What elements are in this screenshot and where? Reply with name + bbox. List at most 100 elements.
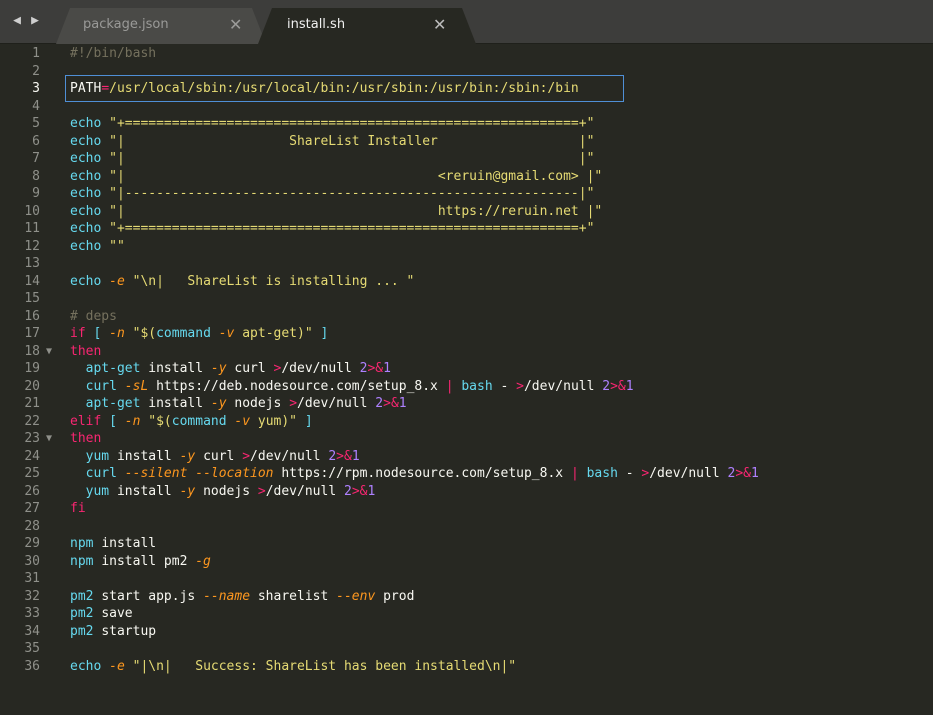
fold-arrow-icon[interactable]: ▼ xyxy=(46,430,52,448)
code-line[interactable]: echo "|---------------------------------… xyxy=(70,185,594,203)
code-line[interactable]: elif [ -n "$(command -v yum)" ] xyxy=(70,413,313,431)
code-token: command xyxy=(156,326,219,341)
code-token: -y xyxy=(210,361,235,376)
line-number: 4 xyxy=(32,98,40,114)
code-line[interactable]: PATH=/usr/local/sbin:/usr/local/bin:/usr… xyxy=(70,80,579,98)
tab-package-json[interactable]: package.json ✕ xyxy=(56,8,266,44)
code-line[interactable]: echo -e "\n| ShareList is installing ...… xyxy=(70,273,414,291)
nav-forward-icon[interactable]: ▶ xyxy=(28,13,42,29)
code-token: echo xyxy=(70,133,110,149)
code-line[interactable]: echo "" xyxy=(70,238,125,256)
code-token: apt-get xyxy=(70,396,149,411)
line-number: 15 xyxy=(24,291,40,306)
code-line[interactable]: echo "+=================================… xyxy=(70,220,594,238)
code-token: >& xyxy=(383,396,399,411)
line-number: 30 xyxy=(24,553,40,569)
code-token: - xyxy=(625,466,642,481)
line-number: 33 xyxy=(24,606,40,621)
line-number: 25 xyxy=(24,466,40,481)
code-line[interactable]: then xyxy=(70,343,101,361)
code-token: /dev/null xyxy=(297,396,376,411)
code-line[interactable]: pm2 startup xyxy=(70,623,156,641)
code-token: "| |" xyxy=(109,151,595,166)
code-line[interactable]: apt-get install -y curl >/dev/null 2>&1 xyxy=(70,360,391,378)
code-line[interactable]: curl --silent --location https://rpm.nod… xyxy=(70,465,759,483)
code-line[interactable]: echo -e "|\n| Success: ShareList has bee… xyxy=(70,658,516,676)
code-token: --silent --location xyxy=(124,466,282,481)
code-token: apt-get xyxy=(70,361,149,376)
code-token: 1 xyxy=(750,466,759,481)
code-editor[interactable]: 1 2 3 4 5 6 7 8 9 10 11 12 13 14 15 16 17 18 ▼ 19 20 21 22 23 ▼ 2… xyxy=(0,44,933,715)
code-token: echo xyxy=(70,203,110,219)
code-token: /dev/null xyxy=(281,361,360,376)
code-token: echo xyxy=(70,116,110,131)
line-number: 19 xyxy=(24,361,40,376)
code-token: -e xyxy=(109,273,133,289)
code-token: #!/bin/bash xyxy=(70,46,157,61)
code-token: if xyxy=(70,326,94,341)
nav-back-icon[interactable]: ◀ xyxy=(10,13,24,29)
line-number: 34 xyxy=(24,623,40,639)
code-line[interactable]: echo "| <reruin@gmail.com> |" xyxy=(70,168,602,186)
code-line[interactable]: pm2 save xyxy=(70,605,133,623)
code-line[interactable]: echo "| |" xyxy=(70,150,594,168)
code-token: -v xyxy=(234,413,258,429)
code-token: | xyxy=(570,466,587,481)
code-token: nodejs xyxy=(234,396,290,411)
code-token: -sL xyxy=(124,378,157,394)
line-number: 9 xyxy=(32,186,40,201)
fold-arrow-icon[interactable]: ▼ xyxy=(46,343,52,361)
code-token: https://deb.nodesource.com/setup_8.x xyxy=(156,378,446,394)
code-token: --env xyxy=(336,588,384,604)
code-token: - xyxy=(500,378,517,394)
code-line[interactable]: yum install -y curl >/dev/null 2>&1 xyxy=(70,448,360,466)
close-icon[interactable]: ✕ xyxy=(433,15,446,34)
code-token: yum)" xyxy=(257,413,298,429)
code-token: curl xyxy=(234,361,274,376)
line-number: 1 xyxy=(32,46,40,61)
code-token: install xyxy=(148,396,211,411)
code-line[interactable]: echo "+=================================… xyxy=(70,115,594,133)
code-token: install xyxy=(116,448,180,464)
code-line[interactable]: npm install pm2 -g xyxy=(70,553,211,571)
code-line[interactable]: fi xyxy=(70,500,86,518)
line-number: 12 xyxy=(24,238,40,254)
code-line[interactable]: pm2 start app.js --name sharelist --env … xyxy=(70,588,414,606)
code-token: pm2 xyxy=(70,606,102,621)
code-line[interactable]: then xyxy=(70,430,101,448)
line-number: 17 xyxy=(24,326,40,341)
code-token: "$( xyxy=(132,326,157,341)
code-line[interactable]: # deps xyxy=(70,308,117,326)
code-token: curl xyxy=(70,378,125,394)
code-token: > xyxy=(242,448,251,464)
code-token: 1 xyxy=(398,396,407,411)
line-number: 3 xyxy=(32,81,40,96)
code-line[interactable]: echo "| ShareList Installer |" xyxy=(70,133,594,151)
code-token: bash xyxy=(461,378,501,394)
tab-bar: ◀ ▶ package.json ✕ install.sh ✕ xyxy=(0,0,933,44)
code-token: apt-get)" xyxy=(242,326,313,341)
code-token: 1 xyxy=(367,483,376,499)
code-token: echo xyxy=(70,151,110,166)
code-token: | xyxy=(445,378,462,394)
code-token: "+======================================… xyxy=(109,116,595,131)
tab-label: package.json xyxy=(83,17,169,32)
code-token: echo xyxy=(70,186,110,201)
tab-install-sh[interactable]: install.sh ✕ xyxy=(258,8,476,44)
code-token: install xyxy=(116,483,180,499)
code-token: echo xyxy=(70,658,110,674)
line-number: 32 xyxy=(24,588,40,604)
code-line[interactable]: echo "| https://reruin.net |" xyxy=(70,203,602,221)
code-line[interactable]: if [ -n "$(command -v apt-get)" ] xyxy=(70,325,328,343)
code-line[interactable]: npm install xyxy=(70,535,156,553)
line-number: 28 xyxy=(24,518,40,534)
close-icon[interactable]: ✕ xyxy=(229,15,242,34)
code-token: https://rpm.nodesource.com/setup_8.x xyxy=(281,466,571,481)
code-line[interactable]: #!/bin/bash xyxy=(70,45,156,63)
code-line[interactable]: apt-get install -y nodejs >/dev/null 2>&… xyxy=(70,395,407,413)
code-token: [ xyxy=(93,326,110,341)
code-line[interactable]: curl -sL https://deb.nodesource.com/setu… xyxy=(70,378,634,396)
code-line[interactable]: yum install -y nodejs >/dev/null 2>&1 xyxy=(70,483,376,501)
code-token: curl xyxy=(203,448,243,464)
code-token: -y xyxy=(179,483,204,499)
